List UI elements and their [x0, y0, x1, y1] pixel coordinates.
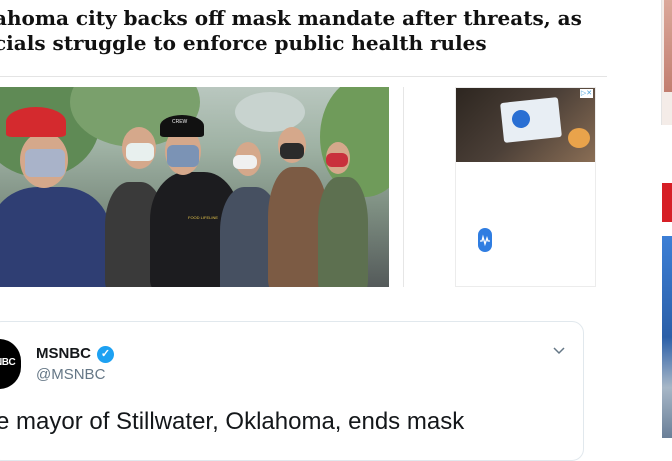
ad-logo-wave: [480, 234, 490, 247]
headline-divider: [0, 76, 607, 77]
photo-cap-text: CREW: [172, 119, 188, 125]
photo-mask: [233, 155, 257, 169]
avatar-text: NBC: [0, 357, 16, 368]
tweet-display-name[interactable]: MSNBC: [36, 345, 91, 362]
ad-laptop-screen: [500, 97, 562, 143]
tweet-text: e mayor of Stillwater, Oklahoma, ends ma…: [0, 408, 465, 435]
photo-person: [0, 187, 110, 287]
ad-image[interactable]: [456, 88, 595, 162]
ad-flower: [568, 128, 590, 148]
article-headline[interactable]: ahoma city backs off mask mandate after …: [0, 6, 594, 56]
photo-mask: [326, 153, 348, 167]
tweet-handle[interactable]: @MSNBC: [36, 366, 105, 383]
advertisement[interactable]: ▷✕: [455, 87, 596, 287]
embedded-tweet[interactable]: [0, 321, 584, 461]
ad-choices-icon[interactable]: ▷✕: [580, 89, 593, 98]
photo-mask: [25, 149, 65, 177]
photo-cap: [6, 107, 66, 137]
article-photo[interactable]: CREW FOOD LIFELINE: [0, 87, 389, 287]
chevron-down-shape: [553, 347, 565, 355]
headline-line-1[interactable]: ahoma city backs off mask mandate after …: [0, 6, 594, 31]
sidebar-video-thumbnail[interactable]: [662, 236, 672, 438]
chevron-down-icon[interactable]: [550, 343, 568, 361]
photo-mask: [280, 143, 304, 159]
ad-logo-icon[interactable]: [478, 228, 492, 252]
photo-shirt-text: FOOD LIFELINE: [188, 215, 219, 220]
verified-badge-icon: ✓: [97, 346, 114, 363]
sidebar-image-swatch: [664, 0, 672, 92]
headline-line-2[interactable]: cials struggle to enforce public health …: [0, 31, 594, 56]
photo-mask: [167, 145, 199, 167]
sidebar-image[interactable]: [661, 0, 672, 125]
sidebar-red-block: [662, 183, 672, 222]
photo-person: [318, 177, 368, 287]
photo-mask: [126, 143, 154, 161]
photo-building: [235, 92, 305, 132]
column-divider: [403, 87, 404, 287]
